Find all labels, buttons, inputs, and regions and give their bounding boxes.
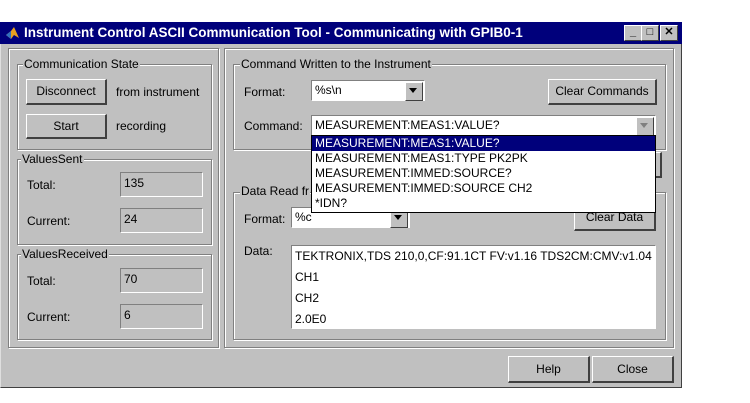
data-line[interactable]: 2.0E0: [292, 309, 655, 330]
command-label: Command:: [244, 119, 303, 133]
values-sent-current-field: 24: [120, 208, 203, 233]
values-sent-total-label: Total:: [27, 178, 56, 192]
values-received-total-label: Total:: [27, 274, 56, 288]
matlab-logo-icon: [6, 27, 19, 39]
clear-commands-button[interactable]: Clear Commands: [548, 79, 657, 105]
dropdown-item[interactable]: *IDN?: [312, 196, 655, 211]
start-caption: recording: [116, 119, 167, 133]
help-button[interactable]: Help: [508, 356, 590, 383]
data-line[interactable]: CH1: [292, 267, 655, 288]
values-received-total-field: 70: [120, 268, 203, 293]
data-format-label: Format:: [244, 212, 286, 226]
values-received-current-label: Current:: [27, 310, 71, 324]
command-dropdown-list[interactable]: MEASUREMENT:MEAS1:VALUE? MEASUREMENT:MEA…: [311, 135, 656, 213]
data-format-value: %c: [295, 210, 312, 224]
command-format-dropdown-button[interactable]: [405, 82, 423, 101]
chevron-down-icon: [394, 215, 402, 220]
values-sent-total-field: 135: [120, 172, 203, 197]
data-line[interactable]: TEKTRONIX,TDS 210,0,CF:91.1CT FV:v1.16 T…: [292, 246, 655, 267]
dropdown-item[interactable]: MEASUREMENT:MEAS1:TYPE PK2PK: [312, 151, 655, 166]
command-written-title: Command Written to the Instrument: [240, 57, 432, 71]
communication-state-title: Communication State: [23, 57, 140, 71]
values-sent-title: ValuesSent: [21, 152, 84, 166]
command-format-label: Format:: [244, 85, 286, 99]
values-received-title: ValuesReceived: [21, 247, 109, 261]
dropdown-item[interactable]: MEASUREMENT:IMMED:SOURCE CH2: [312, 181, 655, 196]
command-format-select[interactable]: %s\n: [311, 80, 425, 101]
disconnect-caption: from instrument: [116, 85, 200, 99]
maximize-button[interactable]: □: [641, 25, 659, 41]
chevron-down-icon: [640, 123, 648, 128]
data-listbox[interactable]: TEKTRONIX,TDS 210,0,CF:91.1CT FV:v1.16 T…: [291, 245, 656, 329]
close-button[interactable]: Close: [592, 356, 674, 383]
dropdown-item[interactable]: MEASUREMENT:MEAS1:VALUE?: [312, 136, 655, 151]
dropdown-item[interactable]: MEASUREMENT:IMMED:SOURCE?: [312, 166, 655, 181]
command-value[interactable]: MEASUREMENT:MEAS1:VALUE?: [315, 117, 500, 134]
close-window-button[interactable]: ✕: [660, 25, 678, 41]
window-title: Instrument Control ASCII Communication T…: [24, 25, 523, 40]
data-label: Data:: [244, 244, 273, 258]
values-sent-current-label: Current:: [27, 214, 71, 228]
values-received-current-field: 6: [120, 304, 203, 329]
data-line[interactable]: CH2: [292, 288, 655, 309]
minimize-button[interactable]: _: [624, 25, 642, 41]
close-icon: ✕: [664, 26, 674, 38]
command-combobox[interactable]: MEASUREMENT:MEAS1:VALUE?: [311, 115, 656, 136]
command-format-value: %s\n: [315, 83, 342, 97]
minimize-icon: _: [629, 26, 637, 38]
start-recording-button[interactable]: Start: [26, 114, 107, 139]
disconnect-button[interactable]: Disconnect: [26, 79, 107, 105]
maximize-icon: □: [646, 26, 654, 38]
data-read-title: Data Read fr: [240, 184, 311, 198]
title-bar: Instrument Control ASCII Communication T…: [0, 22, 682, 44]
chevron-down-icon: [409, 88, 417, 93]
command-dropdown-button[interactable]: [636, 117, 654, 136]
